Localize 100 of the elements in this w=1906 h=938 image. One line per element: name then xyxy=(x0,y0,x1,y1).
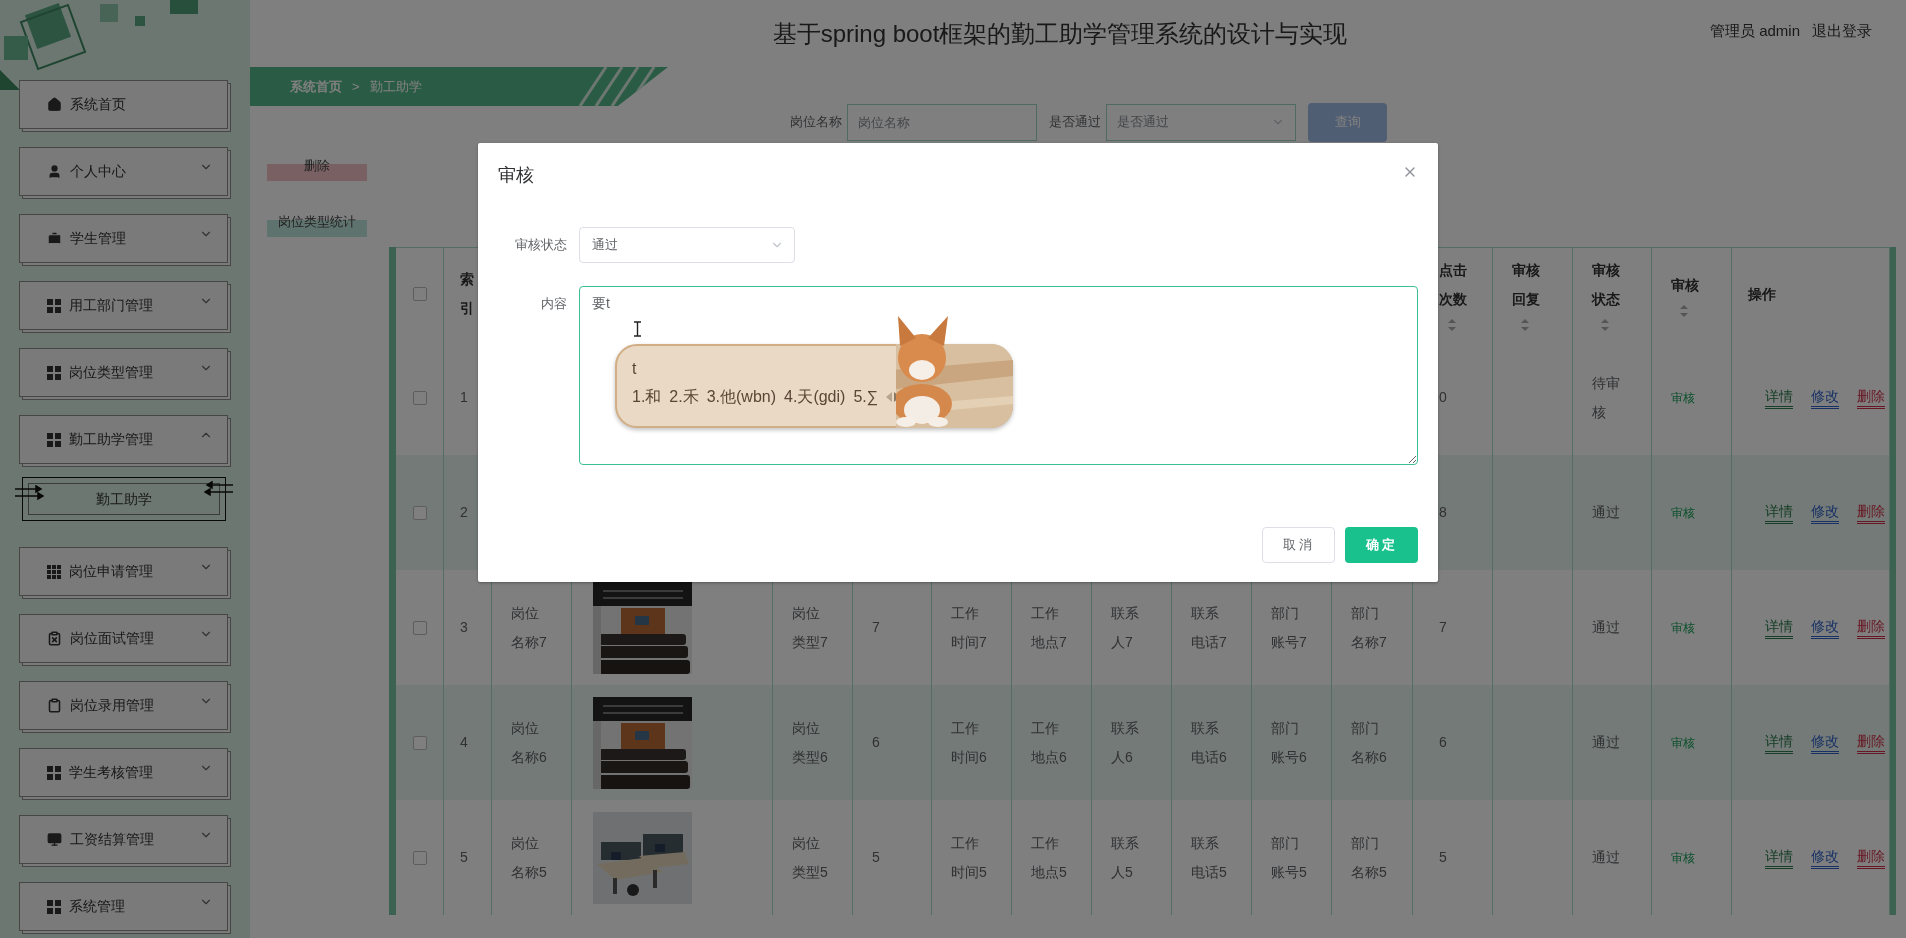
menu-item[interactable]: 岗位类型管理 xyxy=(19,348,228,397)
column-header: 点击次数 xyxy=(1439,261,1468,309)
column-header: 审核回复 xyxy=(1512,261,1541,309)
row-checkbox[interactable] xyxy=(413,735,427,750)
menu-item[interactable]: 用工部门管理 xyxy=(19,281,228,330)
grid-icon xyxy=(47,432,61,447)
menu-item[interactable]: 岗位申请管理 xyxy=(19,547,228,596)
clipboard-icon xyxy=(47,698,62,713)
cancel-button[interactable]: 取消 xyxy=(1262,527,1335,563)
ime-candidate[interactable]: 4.天(gdi) xyxy=(784,386,846,408)
breadcrumb-current: 勤工助学 xyxy=(369,77,422,96)
select-all-checkbox[interactable] xyxy=(413,287,427,301)
logout-link[interactable]: 退出登录 xyxy=(1812,20,1872,43)
user-label: 管理员 admin xyxy=(1709,21,1800,41)
table-cell-text: 部门账号6 xyxy=(1271,718,1308,767)
table-cell-text: 3 xyxy=(460,618,468,637)
table-cell-text: 7 xyxy=(1439,618,1447,637)
menu-item[interactable]: 学生考核管理 xyxy=(19,748,228,797)
home-icon xyxy=(47,97,62,112)
table-cell-text: 联系人5 xyxy=(1111,833,1140,882)
menu-item[interactable]: 岗位录用管理 xyxy=(19,681,228,730)
row-checkbox[interactable] xyxy=(413,850,427,865)
menu-item[interactable]: 学生管理 xyxy=(19,214,228,263)
table-cell-text: 岗位类型6 xyxy=(792,718,829,767)
sort-icon[interactable] xyxy=(1520,318,1530,332)
column-header: 操作 xyxy=(1748,284,1777,304)
menu-item[interactable]: 系统首页 xyxy=(19,80,228,129)
column-header: 审核 xyxy=(1671,275,1700,295)
ime-candidate[interactable]: 2.禾 xyxy=(669,386,699,408)
table-cell-text: 岗位名称6 xyxy=(511,718,548,767)
menu-item[interactable]: 系统管理 xyxy=(19,882,228,931)
ime-candidate[interactable]: 5.∑ xyxy=(853,386,879,408)
table-cell-text: 0 xyxy=(1439,388,1447,407)
delete-link[interactable]: 删除 xyxy=(1857,616,1885,639)
clipboard-icon xyxy=(47,631,62,646)
table-cell-text: 通过 xyxy=(1592,503,1620,522)
table-cell-text: 工作地点7 xyxy=(1031,603,1068,652)
detail-link[interactable]: 详情 xyxy=(1765,386,1793,409)
sort-icon[interactable] xyxy=(1679,303,1689,318)
review-link[interactable]: 审核 xyxy=(1671,388,1695,407)
grid-icon xyxy=(47,564,61,579)
table-cell-text: 部门名称6 xyxy=(1351,718,1388,767)
table-cell-text: 联系电话7 xyxy=(1191,603,1228,652)
breadcrumb-link[interactable]: 系统首页 xyxy=(290,76,342,97)
menu-item[interactable]: 勤工助学管理 xyxy=(19,415,228,464)
edit-link[interactable]: 修改 xyxy=(1811,846,1839,869)
table-cell-text: 联系人6 xyxy=(1111,718,1140,767)
row-checkbox[interactable] xyxy=(413,620,427,635)
ime-composition: t xyxy=(632,359,637,379)
edit-link[interactable]: 修改 xyxy=(1811,616,1839,639)
delete-link[interactable]: 删除 xyxy=(1857,846,1885,869)
edit-link[interactable]: 修改 xyxy=(1811,731,1839,754)
table-cell-text: 通过 xyxy=(1592,848,1620,867)
table-cell-text: 联系人7 xyxy=(1111,603,1140,652)
table-cell-text: 4 xyxy=(460,733,468,752)
table-cell-text: 岗位名称7 xyxy=(511,603,548,652)
column-header: 审核状态 xyxy=(1592,261,1621,309)
status-select[interactable]: 通过 xyxy=(579,227,795,263)
review-link[interactable]: 审核 xyxy=(1671,733,1695,752)
sort-icon[interactable] xyxy=(1447,318,1457,332)
user-icon xyxy=(47,164,62,179)
table-cell-text: 5 xyxy=(460,848,468,867)
search-label: 岗位名称 xyxy=(790,113,842,132)
detail-link[interactable]: 详情 xyxy=(1765,501,1793,524)
confirm-button[interactable]: 确定 xyxy=(1345,527,1418,563)
table-cell-text: 联系电话6 xyxy=(1191,718,1228,767)
edit-link[interactable]: 修改 xyxy=(1811,501,1839,524)
review-link[interactable]: 审核 xyxy=(1671,848,1695,867)
delete-link[interactable]: 删除 xyxy=(1857,386,1885,409)
table-cell-text: 通过 xyxy=(1592,733,1620,752)
delete-link[interactable]: 删除 xyxy=(1857,501,1885,524)
row-checkbox[interactable] xyxy=(413,505,427,520)
text-cursor-icon xyxy=(633,321,642,337)
table-cell-text: 6 xyxy=(872,733,880,752)
review-link[interactable]: 审核 xyxy=(1671,503,1695,522)
row-checkbox[interactable] xyxy=(413,390,427,405)
search-field[interactable]: 岗位名称 xyxy=(847,103,1037,141)
briefcase-icon xyxy=(47,231,62,246)
detail-link[interactable]: 详情 xyxy=(1765,731,1793,754)
ime-candidate[interactable]: 1.和 xyxy=(632,386,662,408)
table-cell-text: 部门账号7 xyxy=(1271,603,1308,652)
submenu-item[interactable]: 勤工助学 xyxy=(22,477,226,521)
detail-link[interactable]: 详情 xyxy=(1765,846,1793,869)
table-cell-text: 1 xyxy=(460,388,468,407)
edit-link[interactable]: 修改 xyxy=(1811,386,1839,409)
grid-icon xyxy=(47,365,61,380)
menu-item[interactable]: 工资结算管理 xyxy=(19,815,228,864)
table-cell-text: 岗位名称5 xyxy=(511,833,548,882)
ime-candidate[interactable]: 3.他(wbn) xyxy=(706,386,777,408)
grid-icon xyxy=(47,298,61,313)
menu-item[interactable]: 岗位面试管理 xyxy=(19,614,228,663)
monitor-icon xyxy=(47,832,62,847)
detail-link[interactable]: 详情 xyxy=(1765,616,1793,639)
search-label: 是否通过 xyxy=(1049,113,1101,132)
review-link[interactable]: 审核 xyxy=(1671,618,1695,637)
menu-item[interactable]: 个人中心 xyxy=(19,147,228,196)
delete-link[interactable]: 删除 xyxy=(1857,731,1885,754)
sort-icon[interactable] xyxy=(1600,318,1610,332)
breadcrumb-separator: > xyxy=(352,77,360,96)
field-label: 审核状态 xyxy=(514,236,568,254)
